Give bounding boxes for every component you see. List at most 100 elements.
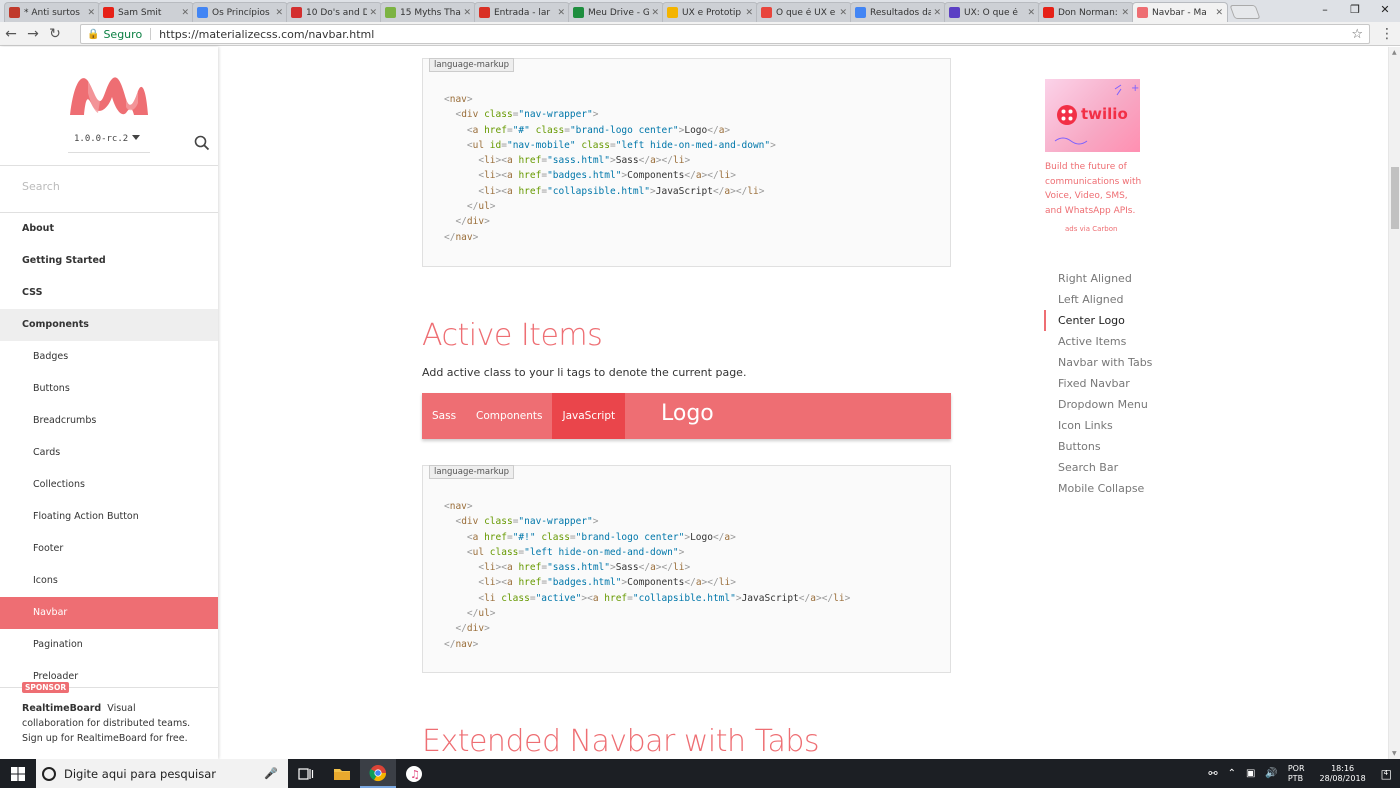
tab-close-icon[interactable]: ✕ [933,8,941,18]
browser-menu-icon[interactable]: ⋮ [1380,22,1394,46]
sidebar-item-floating-action-button[interactable]: Floating Action Button [0,501,218,533]
tab-close-icon[interactable]: ✕ [463,8,471,18]
browser-tab[interactable]: O que é UX e ✕ [756,2,852,22]
browser-tab[interactable]: 15 Myths Tha ✕ [380,2,476,22]
scrollbar-thumb[interactable] [1391,167,1399,229]
demo-nav-link-components[interactable]: Components [466,393,552,439]
toc-item-dropdown-menu[interactable]: Dropdown Menu [1044,394,1152,415]
itunes-icon[interactable]: ♫ [396,759,432,788]
toc-item-buttons[interactable]: Buttons [1044,436,1152,457]
browser-tab[interactable]: UX e Prototip ✕ [662,2,758,22]
ads-via-carbon-link[interactable]: ads via Carbon [1065,225,1117,233]
sidebar-item-footer[interactable]: Footer [0,533,218,565]
maximize-icon[interactable]: ❐ [1340,0,1370,20]
browser-tab[interactable]: * Anti surtos ✕ [4,2,100,22]
new-tab-button[interactable] [1229,5,1261,19]
volume-icon[interactable]: 🔊 [1265,768,1277,779]
section-title-active-items: Active Items [422,318,603,353]
sidebar-item-components[interactable]: Components [0,309,218,341]
tab-close-icon[interactable]: ✕ [1121,8,1129,18]
toc-item-fixed-navbar[interactable]: Fixed Navbar [1044,373,1152,394]
system-clock[interactable]: 18:16 28/08/2018 [1320,764,1366,784]
tab-close-icon[interactable]: ✕ [181,8,189,18]
sponsor-box[interactable]: SPONSOR RealtimeBoard Visual collaborati… [0,682,218,759]
sidebar-item-cards[interactable]: Cards [0,437,218,469]
toc-item-navbar-with-tabs[interactable]: Navbar with Tabs [1044,352,1152,373]
tab-favicon-icon [197,7,208,18]
tab-close-icon[interactable]: ✕ [1027,8,1035,18]
browser-tab[interactable]: Sam Smit ✕ [98,2,194,22]
sidebar-item-css[interactable]: CSS [0,277,218,309]
task-view-icon[interactable] [288,759,324,788]
code-listing: <nav> <div class="nav-wrapper"> <a href=… [444,501,851,650]
tab-close-icon[interactable]: ✕ [369,8,377,18]
browser-tab[interactable]: Navbar - Ma ✕ [1132,2,1228,22]
chrome-taskbar-icon[interactable] [360,759,396,788]
tab-close-icon[interactable]: ✕ [745,8,753,18]
demo-nav-link-sass[interactable]: Sass [422,393,466,439]
tab-close-icon[interactable]: ✕ [839,8,847,18]
materialize-logo-icon[interactable] [68,71,150,117]
tab-close-icon[interactable]: ✕ [87,8,95,18]
caret-down-icon [132,135,140,140]
address-bar[interactable]: 🔒 Seguro https://materializecss.com/navb… [80,24,1370,44]
tab-favicon-icon [855,7,866,18]
toc-item-search-bar[interactable]: Search Bar [1044,457,1152,478]
tab-close-icon[interactable]: ✕ [275,8,283,18]
network-icon[interactable]: ▣ [1246,768,1255,779]
scroll-down-icon[interactable]: ▼ [1392,750,1397,757]
bookmark-star-icon[interactable]: ☆ [1351,27,1363,42]
toc-item-left-aligned[interactable]: Left Aligned [1044,289,1152,310]
browser-tab[interactable]: Os Princípios ✕ [192,2,288,22]
page-scrollbar[interactable]: ▲ ▼ [1388,47,1400,759]
minimize-icon[interactable]: – [1310,0,1340,20]
file-explorer-icon[interactable] [324,759,360,788]
back-icon[interactable]: ← [0,26,22,42]
sidebar-item-navbar[interactable]: Navbar [0,597,218,629]
toc-item-mobile-collapse[interactable]: Mobile Collapse [1044,478,1152,499]
microphone-icon[interactable]: 🎤 [264,767,278,780]
sidebar-item-collections[interactable]: Collections [0,469,218,501]
tab-close-icon[interactable]: ✕ [651,8,659,18]
secure-label: Seguro [103,27,143,41]
browser-tab[interactable]: Don Norman: ✕ [1038,2,1134,22]
toc-item-center-logo[interactable]: Center Logo [1044,310,1152,331]
sidebar-item-about[interactable]: About [0,213,218,245]
tab-favicon-icon [291,7,302,18]
sidebar-item-buttons[interactable]: Buttons [0,373,218,405]
notification-icon[interactable]: □ 4 [1381,767,1392,781]
sidebar-item-icons[interactable]: Icons [0,565,218,597]
demo-brand-logo[interactable]: Logo [661,401,714,426]
url-text: https://materializecss.com/navbar.html [159,27,375,41]
version-select[interactable]: 1.0.0-rc.2 [68,131,150,153]
toc-item-right-aligned[interactable]: Right Aligned [1044,268,1152,289]
carbon-ad-image[interactable]: + twilio [1045,79,1140,152]
demo-nav-link-javascript[interactable]: JavaScript [552,393,626,439]
sidebar-item-badges[interactable]: Badges [0,341,218,373]
browser-tab[interactable]: UX: O que é ✕ [944,2,1040,22]
search-input[interactable] [22,180,182,193]
sidebar-item-pagination[interactable]: Pagination [0,629,218,661]
input-language-indicator[interactable]: POR PTB [1288,764,1305,784]
scroll-up-icon[interactable]: ▲ [1392,49,1397,56]
ad-text[interactable]: Build the future of communications with … [1045,160,1145,218]
sidebar-item-breadcrumbs[interactable]: Breadcrumbs [0,405,218,437]
browser-tab[interactable]: Meu Drive - G ✕ [568,2,664,22]
browser-tab[interactable]: Resultados da ✕ [850,2,946,22]
close-window-icon[interactable]: ✕ [1370,0,1400,20]
search-icon[interactable] [194,135,210,151]
tab-close-icon[interactable]: ✕ [1215,8,1223,18]
code-language-tag: language-markup [429,58,515,72]
show-hidden-icons-icon[interactable]: ⌃ [1228,768,1236,779]
people-icon[interactable]: ⚯ [1208,767,1217,780]
browser-tab[interactable]: 10 Do's and D ✕ [286,2,382,22]
windows-start-icon[interactable] [0,759,36,788]
toc-item-active-items[interactable]: Active Items [1044,331,1152,352]
tab-close-icon[interactable]: ✕ [557,8,565,18]
forward-icon[interactable]: → [22,26,44,42]
taskbar-search-box[interactable]: Digite aqui para pesquisar 🎤 [36,759,288,788]
sidebar-item-getting-started[interactable]: Getting Started [0,245,218,277]
reload-icon[interactable]: ↻ [44,26,66,42]
browser-tab[interactable]: Entrada - lar ✕ [474,2,570,22]
toc-item-icon-links[interactable]: Icon Links [1044,415,1152,436]
